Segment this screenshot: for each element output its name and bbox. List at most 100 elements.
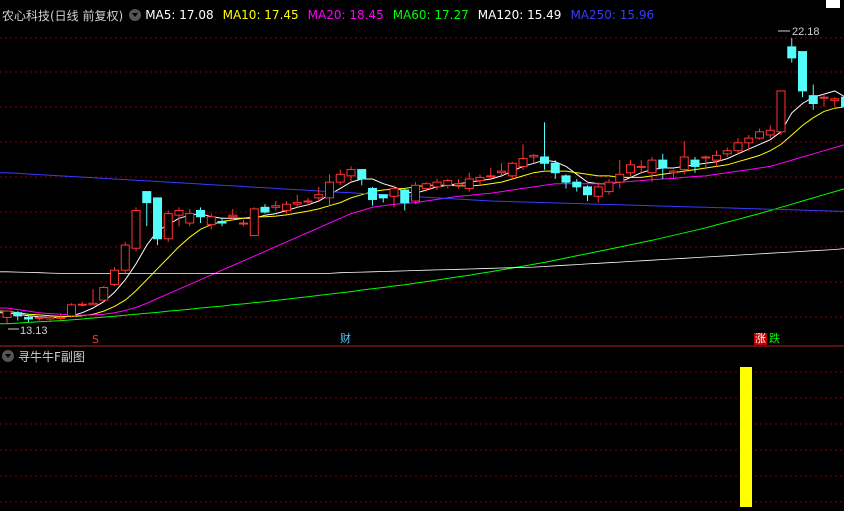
candle-body (228, 214, 238, 218)
candle[interactable] (529, 153, 539, 164)
candle[interactable] (669, 169, 678, 179)
candle-body (249, 208, 259, 237)
candle[interactable] (77, 301, 87, 307)
candle[interactable] (722, 147, 732, 157)
candle[interactable] (755, 128, 764, 140)
limit-up-marker[interactable]: 涨 (754, 333, 767, 345)
candle[interactable] (217, 218, 227, 227)
candle[interactable] (507, 161, 517, 179)
candle-body (239, 222, 248, 225)
candle-body (217, 220, 227, 224)
chevron-down-icon[interactable] (2, 350, 14, 362)
candle[interactable] (56, 314, 66, 321)
candle[interactable] (787, 38, 797, 63)
candle[interactable] (67, 303, 76, 318)
price-extreme-labels: 22.18 13.13 (8, 26, 820, 337)
candle[interactable] (325, 174, 334, 206)
candle[interactable] (830, 97, 840, 107)
candle[interactable] (518, 144, 528, 170)
candle[interactable] (45, 315, 55, 321)
candle[interactable] (163, 210, 173, 242)
candle[interactable] (174, 207, 184, 227)
candle-body (529, 154, 539, 158)
candle[interactable] (583, 185, 592, 202)
candle[interactable] (346, 166, 356, 183)
candle[interactable] (604, 179, 614, 195)
high-price-label: 22.18 (792, 26, 820, 38)
candle[interactable] (443, 179, 453, 189)
candle-body (292, 202, 302, 205)
ma10-label: MA10: 17.45 (222, 8, 299, 22)
candle[interactable] (153, 197, 162, 246)
candle[interactable] (400, 188, 410, 211)
candle-body (593, 186, 603, 197)
candle[interactable] (679, 141, 689, 175)
candle[interactable] (615, 160, 625, 189)
candle[interactable] (593, 182, 603, 203)
candle[interactable] (120, 241, 130, 274)
candle[interactable] (99, 285, 109, 302)
candle[interactable] (196, 207, 205, 224)
kline-chart[interactable]: 22.18 13.13 (0, 0, 844, 511)
candle[interactable] (647, 156, 657, 183)
candle[interactable] (454, 179, 463, 189)
candle-body (669, 170, 678, 174)
candle-body (206, 216, 216, 226)
candle[interactable] (561, 174, 571, 189)
candle[interactable] (2, 310, 12, 324)
candle[interactable] (335, 169, 345, 186)
candle[interactable] (464, 172, 474, 192)
candle[interactable] (626, 160, 635, 176)
candle-body (443, 180, 453, 186)
chevron-down-icon[interactable] (129, 9, 142, 21)
candle[interactable] (765, 125, 775, 139)
candle[interactable] (572, 179, 582, 192)
candle[interactable] (260, 204, 270, 214)
candle[interactable] (475, 174, 485, 186)
candle[interactable] (110, 267, 119, 286)
candle[interactable] (432, 179, 442, 191)
candle[interactable] (368, 186, 377, 206)
candle[interactable] (239, 219, 248, 227)
candle[interactable] (303, 197, 313, 206)
candlestick-series[interactable] (2, 38, 844, 324)
moving-average-lines (0, 90, 844, 325)
ma60-label: MA60: 17.27 (392, 8, 469, 22)
candle[interactable] (142, 191, 152, 227)
candle[interactable] (421, 182, 431, 192)
candle[interactable] (808, 84, 818, 110)
candle[interactable] (550, 160, 560, 179)
candle[interactable] (249, 207, 259, 237)
candle[interactable] (486, 167, 496, 179)
candle-body (798, 51, 807, 92)
candle-body (174, 209, 184, 216)
candle-body (2, 310, 12, 318)
candle[interactable] (131, 207, 141, 252)
candle[interactable] (411, 182, 420, 205)
candle[interactable] (776, 90, 786, 135)
candle-body (744, 137, 754, 144)
candle-body (507, 162, 517, 177)
finance-event-marker[interactable]: 财 (340, 333, 351, 345)
candle-body (88, 302, 98, 306)
limit-down-marker[interactable]: 跌 (769, 333, 780, 345)
candle[interactable] (733, 138, 743, 154)
candle-body (378, 194, 388, 199)
candle[interactable] (712, 150, 721, 167)
candle[interactable] (271, 201, 281, 211)
candle[interactable] (185, 208, 195, 227)
chart-title: 农心科技(日线 前复权) (2, 8, 124, 23)
candle[interactable] (357, 169, 367, 186)
candle[interactable] (540, 122, 549, 170)
candle[interactable] (88, 289, 98, 306)
candle[interactable] (819, 94, 829, 107)
candle[interactable] (636, 160, 646, 173)
candle[interactable] (378, 194, 388, 203)
candle[interactable] (497, 163, 506, 176)
subchart-header: 寻牛牛F副图 (2, 348, 85, 364)
candle-body (518, 158, 528, 167)
candle[interactable] (292, 194, 302, 208)
candle-body (561, 175, 571, 183)
candle[interactable] (798, 51, 807, 98)
candle[interactable] (13, 311, 23, 321)
